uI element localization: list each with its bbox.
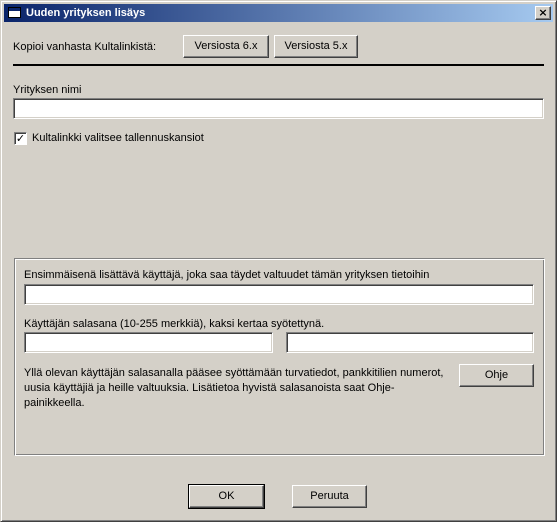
dialog-window: Uuden yrityksen lisäys × Kopioi vanhasta… <box>0 0 557 522</box>
window-icon <box>8 7 21 18</box>
password-info-line-1: Yllä olevan käyttäjän salasanalla pääsee… <box>24 367 444 379</box>
checkmark-icon: ✓ <box>15 132 26 145</box>
copy-v5-button[interactable]: Versiosta 5.x <box>274 35 358 58</box>
copy-v6-button[interactable]: Versiosta 6.x <box>183 35 269 58</box>
copy-v6-button-label: Versiosta 6.x <box>194 40 258 52</box>
copy-from-label: Kopioi vanhasta Kultalinkistä: <box>13 41 157 53</box>
first-user-label: Ensimmäisenä lisättävä käyttäjä, joka sa… <box>24 269 430 281</box>
password-info-line-2: uusia käyttäjiä ja heille valtuuksia. Li… <box>24 382 395 409</box>
help-button[interactable]: Ohje <box>459 364 534 387</box>
auto-folders-checkbox[interactable]: ✓ <box>14 132 27 145</box>
ok-button[interactable]: OK <box>188 484 265 509</box>
cancel-button-label: Peruuta <box>310 490 349 502</box>
cancel-button[interactable]: Peruuta <box>292 485 367 508</box>
close-icon: × <box>538 6 548 19</box>
separator-line <box>13 64 544 66</box>
password-input[interactable] <box>24 332 273 353</box>
close-button[interactable]: × <box>535 6 551 20</box>
copy-v5-button-label: Versiosta 5.x <box>284 40 348 52</box>
password-info-text: Yllä olevan käyttäjän salasanalla pääsee… <box>24 366 444 411</box>
title-bar[interactable]: Uuden yrityksen lisäys × <box>4 4 553 22</box>
auto-folders-label: Kultalinkki valitsee tallennuskansiot <box>32 132 204 144</box>
ok-button-label: OK <box>218 490 235 502</box>
help-button-label: Ohje <box>484 369 509 381</box>
password-confirm-input[interactable] <box>286 332 534 353</box>
password-label: Käyttäjän salasana (10-255 merkkiä), kak… <box>24 318 325 330</box>
company-name-label: Yrityksen nimi <box>13 84 82 96</box>
first-user-input[interactable] <box>24 284 534 305</box>
window-title: Uuden yrityksen lisäys <box>26 7 146 19</box>
company-name-input[interactable] <box>13 98 544 119</box>
